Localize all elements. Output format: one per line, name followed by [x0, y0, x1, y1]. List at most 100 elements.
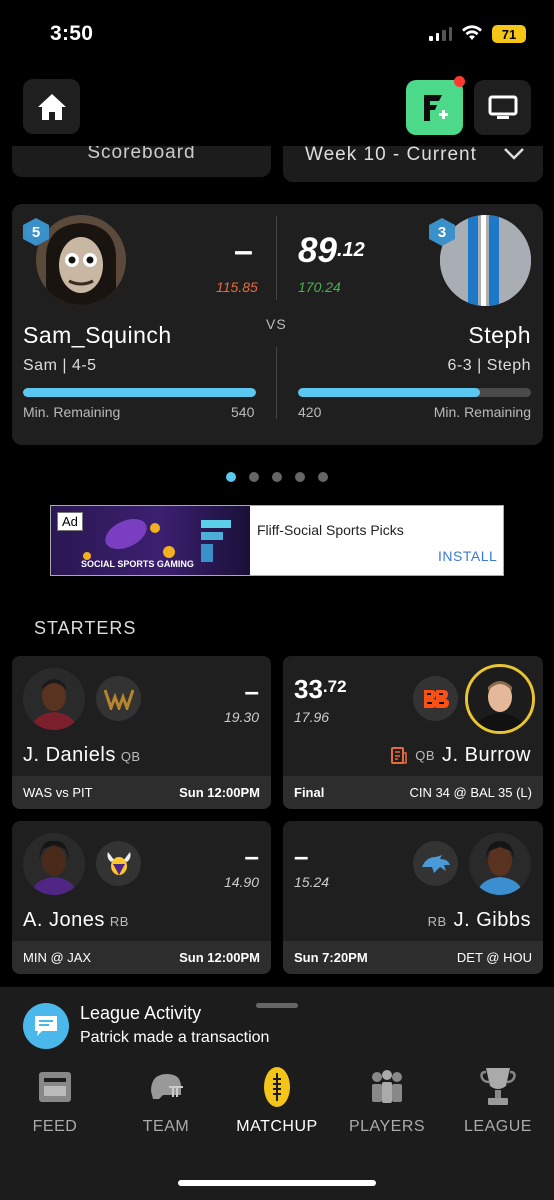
- player-projected: 19.30: [223, 709, 259, 725]
- player-position: RB: [109, 914, 129, 929]
- player-score: –: [244, 841, 259, 871]
- chevron-down-icon: [504, 148, 524, 160]
- right-score-int: 89: [298, 231, 337, 270]
- player-name: J. Gibbs: [453, 909, 531, 931]
- ad-title: Fliff-Social Sports Picks: [257, 522, 404, 538]
- player-photo: [469, 833, 531, 895]
- ad-banner[interactable]: SOCIAL SPORTS GAMING Ad Fliff-Social Spo…: [50, 505, 504, 576]
- week-label: Week 10 - Current: [305, 146, 477, 165]
- ad-install-button[interactable]: INSTALL: [438, 548, 497, 564]
- activity-title: League Activity: [80, 1003, 202, 1023]
- player-name: A. Jones: [23, 909, 105, 931]
- left-score: –: [234, 232, 253, 270]
- player-game-info: WAS vs PIT Sun 12:00PM: [12, 776, 271, 809]
- player-name-row: J. Daniels QB: [23, 744, 141, 767]
- rank-right: 3: [438, 224, 446, 241]
- game-time: Sun 12:00PM: [179, 950, 260, 965]
- scoreboard-button[interactable]: Scoreboard: [12, 146, 271, 177]
- player-card-gibbs[interactable]: – 15.24 RB J. Gibbs Sun 7:20PM DET @ HOU: [283, 821, 543, 974]
- rank-badge-right: 3: [429, 218, 455, 246]
- nav-label: FEED: [32, 1118, 78, 1135]
- player-game-info: Final CIN 34 @ BAL 35 (L): [283, 776, 543, 809]
- player-score: 33.72: [294, 674, 347, 705]
- lions-logo-icon: [413, 841, 458, 886]
- player-name-row: RB J. Gibbs: [428, 909, 531, 932]
- game-time: Sun 12:00PM: [179, 785, 260, 800]
- nav-matchup[interactable]: MATCHUP: [227, 1065, 327, 1136]
- player-position: QB: [415, 748, 436, 763]
- left-minutes-value: 540: [231, 404, 255, 420]
- ad-tag: Ad: [57, 512, 83, 531]
- carousel-dots[interactable]: [226, 472, 328, 482]
- left-team-name: Sam_Squinch: [23, 322, 172, 348]
- wifi-icon: [462, 25, 482, 40]
- battery-level: 71: [501, 26, 517, 42]
- player-score-dec: .72: [322, 677, 347, 696]
- nav-players[interactable]: PLAYERS: [337, 1065, 437, 1136]
- right-projected: 170.24: [298, 279, 341, 295]
- chat-icon: [23, 1003, 69, 1049]
- tv-mode-button[interactable]: [474, 80, 531, 135]
- nav-label: MATCHUP: [236, 1118, 318, 1135]
- home-indicator: [178, 1180, 376, 1186]
- nav-league[interactable]: LEAGUE: [448, 1065, 548, 1136]
- player-photo: [23, 668, 85, 730]
- player-projected: 15.24: [294, 874, 330, 890]
- player-name: J. Burrow: [442, 744, 531, 766]
- players-icon: [337, 1065, 437, 1109]
- right-team-record: 6-3 | Steph: [447, 357, 531, 374]
- player-name: J. Daniels: [23, 744, 116, 766]
- carousel-dot[interactable]: [318, 472, 328, 482]
- player-card-daniels[interactable]: – 19.30 J. Daniels QB WAS vs PIT Sun 12:0…: [12, 656, 271, 809]
- drag-handle[interactable]: [256, 1003, 298, 1008]
- player-photo: [23, 833, 85, 895]
- carousel-dot[interactable]: [226, 472, 236, 482]
- league-activity-banner[interactable]: [0, 987, 554, 1062]
- player-card-burrow[interactable]: 33.72 17.96 QB J. Burrow Final CIN 34 @ B…: [283, 656, 543, 809]
- game-status: Final: [294, 785, 325, 800]
- ad-image-text: SOCIAL SPORTS GAMING: [81, 559, 194, 569]
- player-avatar: [469, 833, 531, 895]
- monitor-icon: [488, 95, 517, 119]
- carousel-dot[interactable]: [295, 472, 305, 482]
- football-icon: [227, 1065, 327, 1109]
- right-progress-fill: [298, 388, 480, 397]
- game-matchup: MIN @ JAX: [23, 950, 92, 965]
- right-minutes-label: Min. Remaining: [433, 404, 531, 420]
- starters-heading: STARTERS: [34, 618, 137, 638]
- news-icon[interactable]: [391, 746, 408, 765]
- nav-team[interactable]: TEAM: [116, 1065, 216, 1136]
- player-projected: 17.96: [294, 709, 330, 725]
- player-game-info: MIN @ JAX Sun 12:00PM: [12, 941, 271, 974]
- game-time: Sun 7:20PM: [294, 950, 368, 965]
- player-projected: 14.90: [223, 874, 259, 890]
- player-position: RB: [427, 914, 447, 929]
- status-time: 3:50: [50, 22, 94, 45]
- carousel-dot[interactable]: [272, 472, 282, 482]
- right-minutes-value: 420: [298, 404, 322, 420]
- rank-badge-left: 5: [23, 218, 49, 246]
- battery-icon: 71: [492, 25, 526, 43]
- carousel-dot[interactable]: [249, 472, 259, 482]
- left-projected: 115.85: [216, 279, 258, 295]
- player-card-jones[interactable]: – 14.90 A. Jones RB MIN @ JAX Sun 12:00PM: [12, 821, 271, 974]
- player-photo: [468, 667, 532, 731]
- ad-image[interactable]: SOCIAL SPORTS GAMING Ad: [51, 506, 250, 575]
- vs-label: VS: [266, 316, 287, 332]
- player-avatar: [23, 668, 85, 730]
- player-position: QB: [120, 749, 141, 764]
- feed-icon: [5, 1065, 105, 1109]
- scoreboard-label: Scoreboard: [87, 146, 196, 163]
- home-button[interactable]: [23, 79, 80, 134]
- divider: [276, 347, 277, 419]
- player-avatar: [465, 664, 535, 734]
- bengals-logo-icon: [413, 676, 458, 721]
- rank-left: 5: [32, 224, 40, 241]
- left-team-record: Sam | 4-5: [23, 357, 97, 374]
- left-minutes-label: Min. Remaining: [23, 404, 121, 420]
- week-selector[interactable]: Week 10 - Current: [283, 146, 543, 182]
- fliff-button[interactable]: [406, 80, 463, 135]
- nav-feed[interactable]: FEED: [5, 1065, 105, 1136]
- game-matchup: WAS vs PIT: [23, 785, 93, 800]
- game-result: CIN 34 @ BAL 35 (L): [409, 785, 532, 800]
